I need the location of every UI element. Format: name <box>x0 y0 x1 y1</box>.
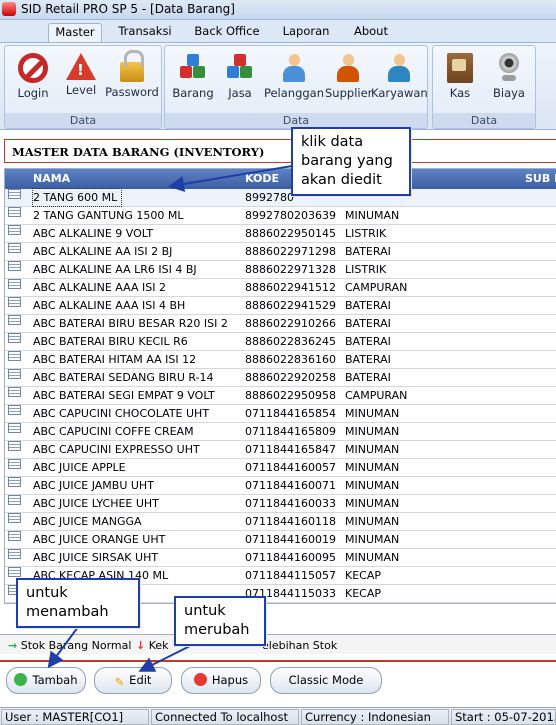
annotation-arrow-add-hint <box>47 626 79 669</box>
annotation-arrow-edit-hint <box>168 165 293 192</box>
annotation-arrow-change-hint <box>138 641 199 672</box>
annotation-edit-hint: klik data barang yang akan diedit <box>291 127 411 196</box>
annotation-add-hint: untuk menambah <box>16 578 140 628</box>
annotation-change-hint: untuk merubah <box>174 596 266 646</box>
